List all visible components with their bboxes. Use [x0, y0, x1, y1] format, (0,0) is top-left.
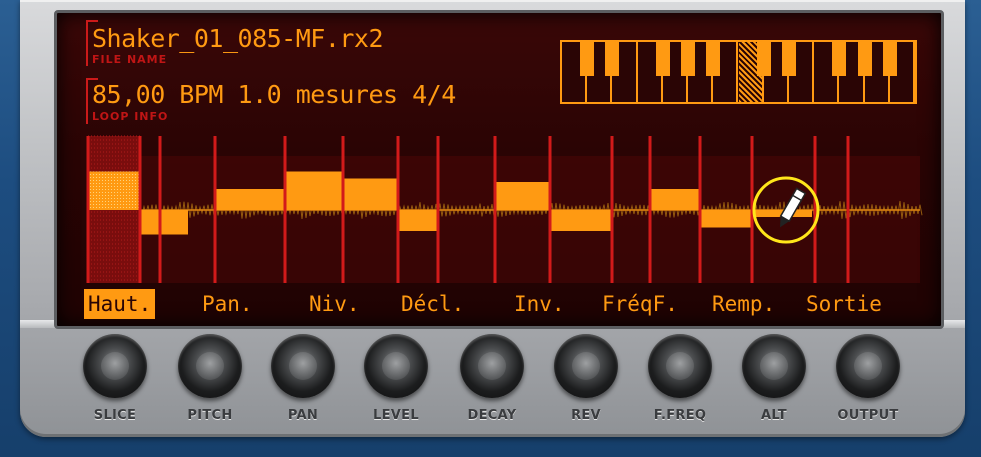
slice-pitch-bar	[650, 189, 700, 210]
knob-label: DECAY	[467, 408, 517, 423]
knob-dial[interactable]	[178, 334, 242, 398]
knob-label: PAN	[287, 408, 319, 423]
slice-pitch-bar	[140, 210, 188, 235]
param-tab[interactable]: Haut.	[84, 289, 156, 319]
knob-label: F.FREQ	[653, 408, 707, 423]
slice-pitch-bar	[495, 182, 550, 210]
knob-label: LEVEL	[373, 408, 419, 423]
param-tab[interactable]: Remp.	[708, 289, 779, 319]
knob-label: OUTPUT	[837, 408, 899, 423]
knob-label: REV	[571, 408, 601, 423]
knob-dial[interactable]	[271, 334, 335, 398]
knob-f-freq[interactable]: F.FREQ	[640, 334, 720, 424]
knob-dial[interactable]	[836, 334, 900, 398]
knob-slice[interactable]: SLICE	[75, 334, 155, 424]
knob-label: SLICE	[93, 408, 137, 423]
knob-rev[interactable]: REV	[546, 334, 626, 424]
knob-decay[interactable]: DECAY	[452, 334, 532, 424]
param-tab[interactable]: Sortie	[802, 289, 886, 319]
slice-pitch-bar	[285, 171, 343, 210]
slice-pitch-bar	[700, 210, 752, 228]
slice-pitch-bar	[398, 210, 438, 231]
slice-area	[88, 156, 920, 283]
param-tab[interactable]: FréqF.	[598, 289, 682, 319]
knob-dial[interactable]	[742, 334, 806, 398]
slice-pitch-bar	[343, 178, 398, 210]
knob-pan[interactable]: PAN	[263, 334, 343, 424]
knob-label: PITCH	[187, 408, 233, 423]
knob-alt[interactable]: ALT	[734, 334, 814, 424]
slice-pitch-bar	[550, 210, 612, 231]
knob-pitch[interactable]: PITCH	[170, 334, 250, 424]
param-tab[interactable]: Inv.	[510, 289, 569, 319]
param-tab[interactable]: Pan.	[198, 289, 257, 319]
knob-dial[interactable]	[460, 334, 524, 398]
slice-pitch-bar	[215, 189, 285, 210]
param-tab[interactable]: Décl.	[397, 289, 468, 319]
knob-level[interactable]: LEVEL	[356, 334, 436, 424]
knob-dial[interactable]	[554, 334, 618, 398]
knob-output[interactable]: OUTPUT	[828, 334, 908, 424]
knob-dial[interactable]	[83, 334, 147, 398]
knob-dial[interactable]	[364, 334, 428, 398]
param-tab[interactable]: Niv.	[305, 289, 364, 319]
knob-dial[interactable]	[648, 334, 712, 398]
slice-pitch-bar	[88, 171, 140, 210]
parameter-selector: Haut. Pan. Niv. Décl. Inv. FréqF. Remp. Sortie	[84, 289, 924, 319]
knob-label: ALT	[761, 408, 787, 423]
